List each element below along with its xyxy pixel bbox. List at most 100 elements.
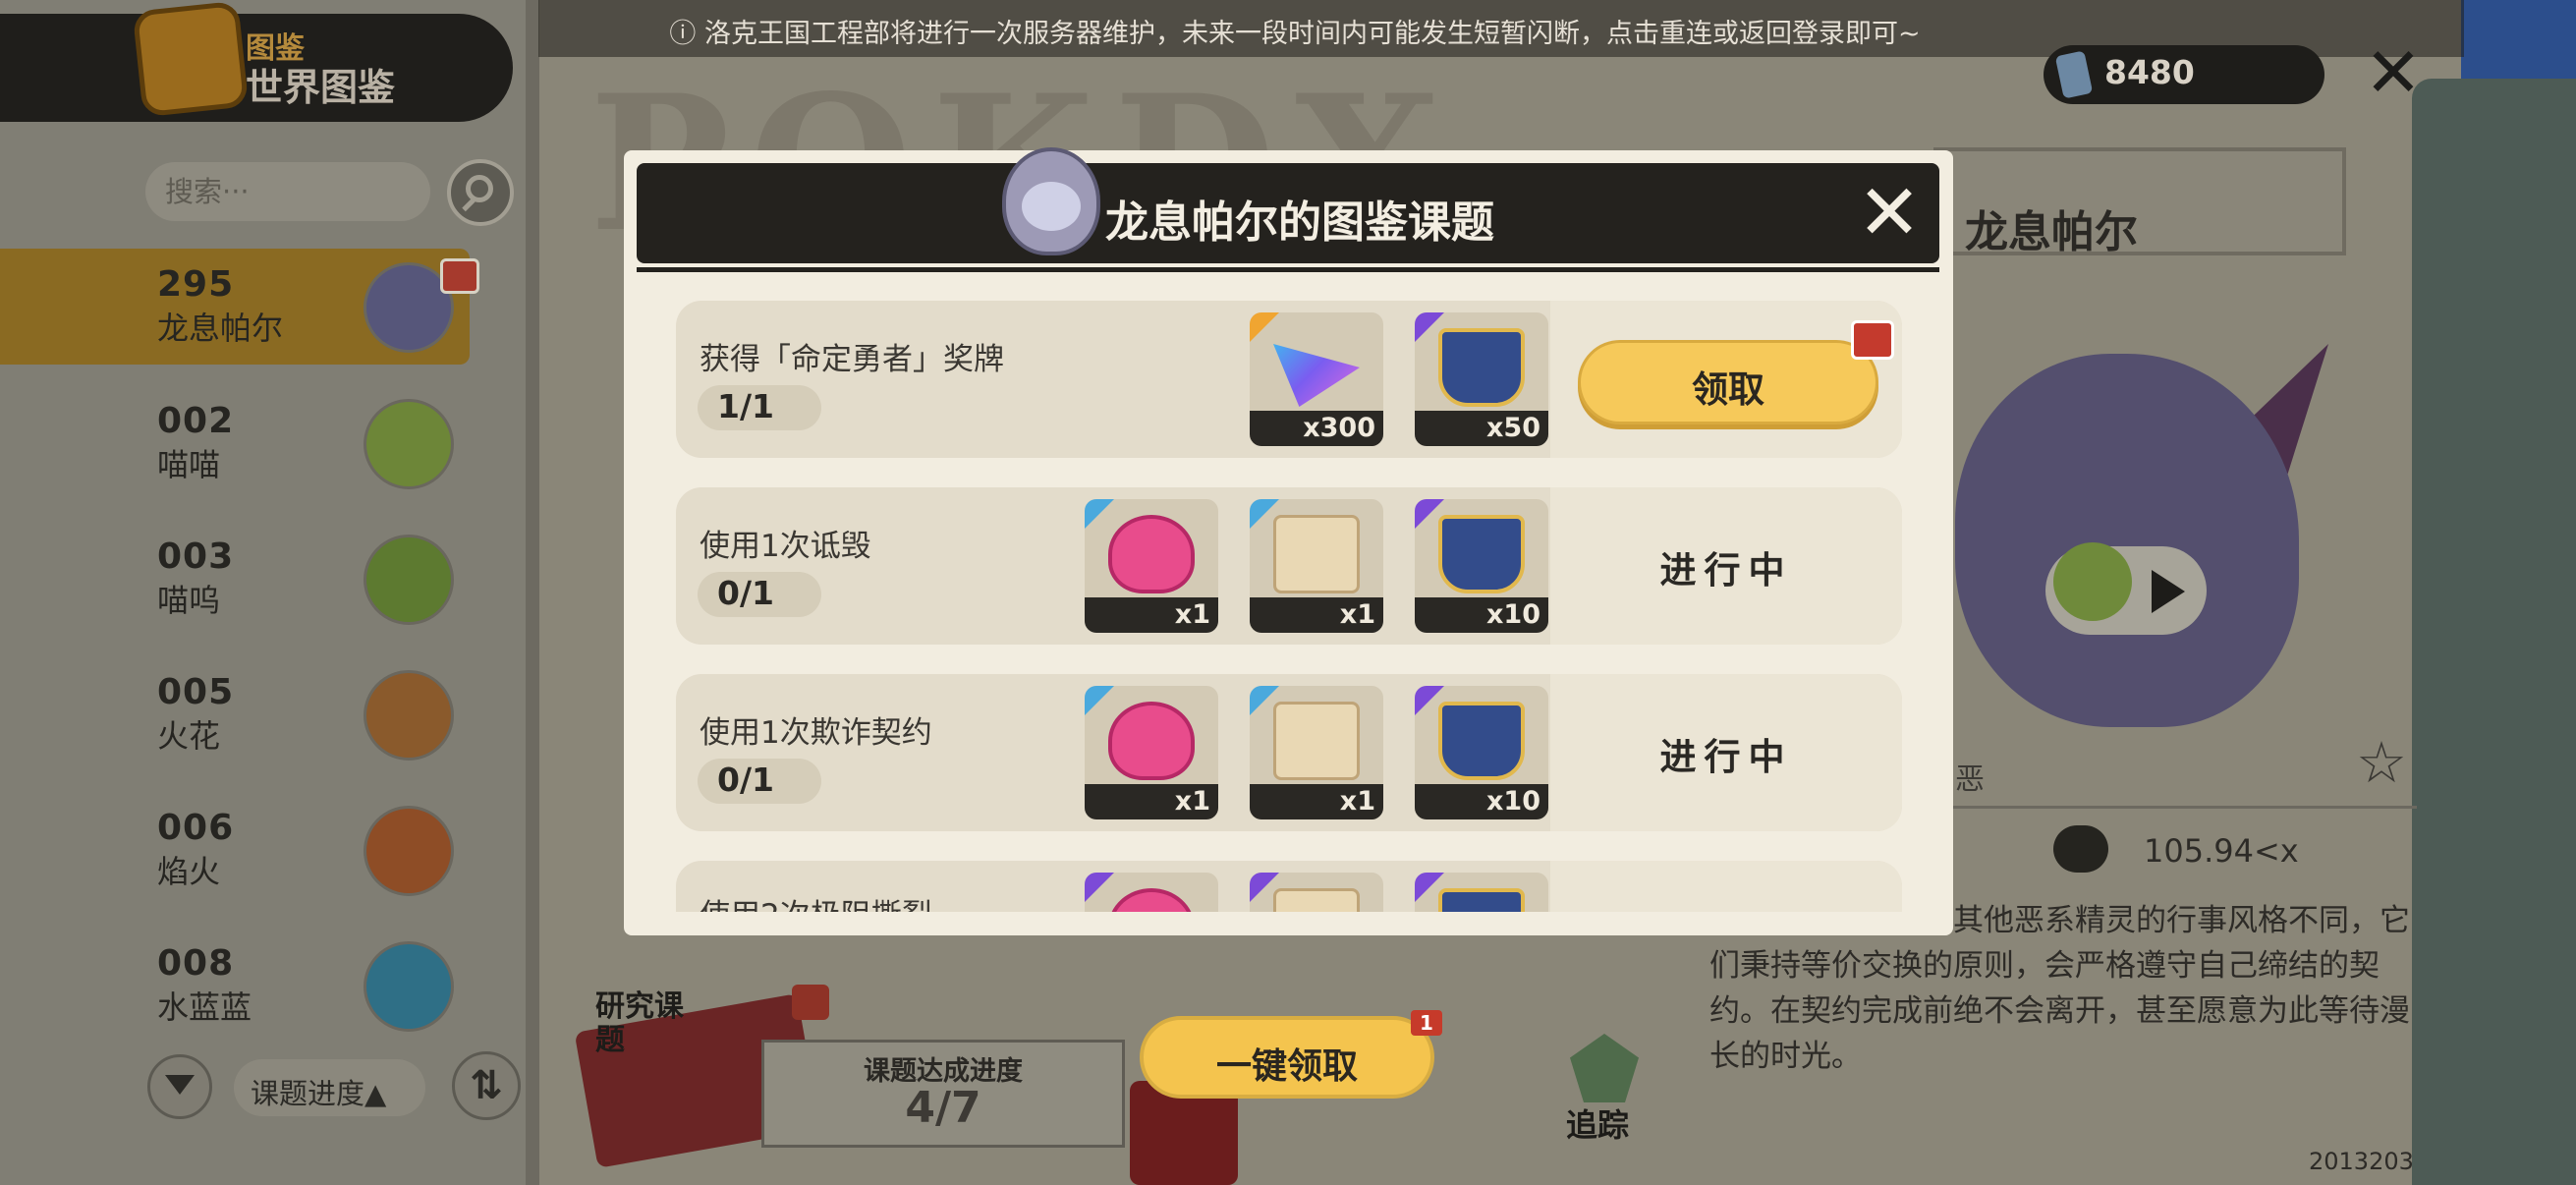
reward-count: x1 <box>1174 786 1210 817</box>
gift-icon <box>440 258 479 294</box>
book-icon <box>132 0 250 118</box>
quest-row: 使用2次极阻撕裂 <box>676 861 1902 912</box>
list-item-name: 喵喵 <box>157 446 221 483</box>
reward-scroll[interactable]: x1 <box>1250 686 1383 819</box>
scroll-icon <box>1273 702 1360 780</box>
sort-order-icon: ⇅ <box>470 1063 503 1108</box>
quest-action-area <box>1550 861 1902 912</box>
weight-icon <box>2053 825 2108 873</box>
reward-count: x300 <box>1303 413 1375 443</box>
version-number: 2013203 <box>2309 1148 2414 1175</box>
badge-icon <box>1438 702 1525 780</box>
badge-icon <box>1438 515 1525 593</box>
cat-mascot-icon <box>2053 542 2132 621</box>
list-item-006[interactable]: 006 焰火 <box>0 792 470 908</box>
claim-all-label[interactable]: 一键领取 <box>1140 1038 1434 1089</box>
creature-avatar <box>364 941 454 1032</box>
reward-badge[interactable] <box>1415 873 1548 912</box>
list-item-number: 005 <box>157 672 235 712</box>
list-item-295[interactable]: 295 龙息帕尔 <box>0 249 479 365</box>
research-gift-icon <box>792 985 829 1020</box>
search-input[interactable] <box>165 173 411 210</box>
reward-badge[interactable]: x10 <box>1415 499 1548 633</box>
creature-face-icon <box>1022 182 1081 231</box>
research-progress-value: 4/7 <box>905 1083 981 1133</box>
quest-progress: 0/1 <box>717 574 774 612</box>
notice-text[interactable]: ⓘ 洛克王国工程部将进行一次服务器维护，未来一段时间内可能发生短暂闪断，点击重连… <box>538 12 2051 50</box>
list-item-name: 火花 <box>157 717 221 755</box>
quest-title: 获得「命定勇者」奖牌 <box>700 342 1004 377</box>
list-item-name: 喵呜 <box>157 582 221 619</box>
list-item-005[interactable]: 005 火花 <box>0 656 470 772</box>
favorite-star-icon[interactable]: ☆ <box>2356 729 2407 796</box>
quest-progress: 0/1 <box>717 761 774 799</box>
creature-avatar <box>364 399 454 489</box>
right-book-decoration <box>2412 79 2576 1185</box>
scroll-icon <box>1273 515 1360 593</box>
quest-title: 使用1次欺诈契约 <box>700 715 932 751</box>
reward-badge[interactable]: x50 <box>1415 312 1548 446</box>
reward-scroll[interactable] <box>1250 873 1383 912</box>
list-item-number: 003 <box>157 536 235 577</box>
list-item-name: 焰火 <box>157 853 221 890</box>
rarity-corner <box>1085 499 1114 529</box>
quest-title: 使用2次极阻撕裂 <box>700 890 932 912</box>
reward-count: x10 <box>1486 599 1540 630</box>
reward-mask[interactable] <box>1085 873 1218 912</box>
list-item-name: 水蓝蓝 <box>157 988 252 1026</box>
progress-sort-label[interactable]: 课题进度▲ <box>251 1071 386 1112</box>
creature-name: 龙息帕尔 <box>1965 207 2138 257</box>
track-button[interactable]: 追踪 <box>1566 1100 1629 1146</box>
quest-title: 使用1次诋毁 <box>700 529 871 564</box>
currency-value: 8480 <box>2104 53 2195 91</box>
play-icon <box>2152 570 2185 613</box>
reward-scroll[interactable]: x1 <box>1250 499 1383 633</box>
quest-status: 进行中 <box>1659 549 1793 592</box>
list-item-008[interactable]: 008 水蓝蓝 <box>0 928 470 1044</box>
list-item-002[interactable]: 002 喵喵 <box>0 385 470 501</box>
reward-crystal[interactable]: x300 <box>1250 312 1383 446</box>
creature-avatar <box>364 670 454 761</box>
list-item-name: 龙息帕尔 <box>157 310 284 347</box>
reward-count: x1 <box>1339 599 1375 630</box>
list-item-number: 006 <box>157 808 235 848</box>
mask-icon <box>1108 515 1195 593</box>
reward-mask[interactable]: x1 <box>1085 686 1218 819</box>
weight-value: 105.94<x <box>2144 832 2299 870</box>
list-item-number: 295 <box>157 264 235 305</box>
scroll-icon <box>1273 888 1360 912</box>
quest-row: 获得「命定勇者」奖牌 1/1 x300 x50 领取 <box>676 301 1902 458</box>
modal-title: 龙息帕尔的图鉴课题 <box>1105 198 1494 248</box>
reward-badge[interactable]: x10 <box>1415 686 1548 819</box>
crystal-icon <box>1273 344 1360 407</box>
quest-row: 使用1次诋毁 0/1 x1 x1 x10 进行中 <box>676 487 1902 645</box>
quest-row: 使用1次欺诈契约 0/1 x1 x1 x10 进行中 <box>676 674 1902 831</box>
badge-icon <box>1438 888 1525 912</box>
claim-label[interactable]: 领取 <box>1578 360 1878 413</box>
filter-icon <box>165 1075 195 1095</box>
reward-count: x1 <box>1174 599 1210 630</box>
creature-avatar <box>364 535 454 625</box>
creature-portrait <box>1955 354 2299 727</box>
rarity-corner <box>1085 873 1114 902</box>
modal-close-button[interactable]: ✕ <box>1853 175 1926 252</box>
reward-count: x10 <box>1486 786 1540 817</box>
type-tag: 恶 <box>1955 762 1985 797</box>
reward-count: x1 <box>1339 786 1375 817</box>
mask-icon <box>1108 702 1195 780</box>
list-item-number: 008 <box>157 943 235 984</box>
research-label[interactable]: 研究课题 <box>595 990 703 1057</box>
quest-progress: 1/1 <box>717 387 774 425</box>
claim-all-badge: 1 <box>1411 1010 1442 1036</box>
reward-mask[interactable]: x1 <box>1085 499 1218 633</box>
close-page-button[interactable]: ✕ <box>2360 38 2427 107</box>
quest-status: 进行中 <box>1659 736 1793 778</box>
reward-count: x50 <box>1486 413 1540 443</box>
sidebar-edge <box>526 0 539 1185</box>
creature-avatar <box>364 806 454 896</box>
list-item-number: 002 <box>157 401 235 441</box>
list-item-003[interactable]: 003 喵呜 <box>0 521 470 637</box>
mask-icon <box>1108 888 1195 912</box>
quest-list[interactable]: 获得「命定勇者」奖牌 1/1 x300 x50 领取 使用1次诋毁 0/1 x1 <box>676 295 1902 912</box>
rarity-corner <box>1085 686 1114 715</box>
